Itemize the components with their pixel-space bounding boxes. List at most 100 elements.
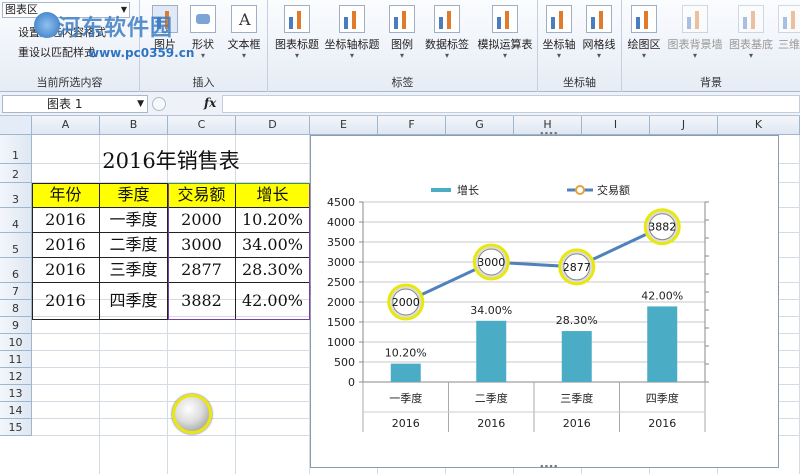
- gridlines-label: 网格线: [582, 38, 616, 51]
- table-cell[interactable]: 28.30%: [236, 258, 310, 283]
- y-tick-label: 500: [334, 356, 355, 369]
- row-header-7[interactable]: 7: [0, 283, 32, 300]
- row-header-6[interactable]: 6: [0, 258, 32, 283]
- data-table-icon: [492, 5, 518, 33]
- formula-bar: 图表 1 ▼ fx: [0, 92, 800, 116]
- table-cell[interactable]: 一季度: [100, 208, 168, 233]
- chart-wall-button[interactable]: 图表背景墙 ▾: [666, 3, 724, 67]
- sheet-title[interactable]: 2016年销售表: [32, 135, 310, 183]
- watermark-url: www.pc0359.cn: [88, 46, 195, 60]
- column-header-k[interactable]: K: [718, 116, 800, 135]
- table-cell[interactable]: 2016: [32, 233, 100, 258]
- table-header-cell[interactable]: 年份: [32, 183, 100, 208]
- formula-input[interactable]: [222, 95, 800, 113]
- column-header-i[interactable]: I: [582, 116, 650, 135]
- table-cell[interactable]: 2016: [32, 283, 100, 320]
- table-cell[interactable]: 2016: [32, 208, 100, 233]
- chevron-down-icon: ▾: [294, 51, 299, 60]
- column-header-f[interactable]: F: [378, 116, 446, 135]
- column-header-b[interactable]: B: [100, 116, 168, 135]
- name-box[interactable]: 图表 1 ▼: [2, 95, 148, 113]
- data-labels-icon: [434, 5, 460, 33]
- site-logo-icon: [34, 12, 60, 38]
- group-label-insert: 插入: [192, 76, 215, 89]
- table-cell[interactable]: 2877: [168, 258, 236, 283]
- row-header-11[interactable]: 11: [0, 351, 32, 368]
- 3d-rotation-button[interactable]: 三维旋: [778, 3, 800, 67]
- table-cell[interactable]: 10.20%: [236, 208, 310, 233]
- chart-element-dropdown-value: 图表区: [5, 3, 38, 16]
- table-header-cell[interactable]: 季度: [100, 183, 168, 208]
- column-header-d[interactable]: D: [236, 116, 310, 135]
- chevron-down-icon: ▾: [596, 51, 601, 60]
- table-cell[interactable]: 二季度: [100, 233, 168, 258]
- chart-area[interactable]: ∙∙∙∙ ∙∙∙∙ ⋮ ⋮ 0 500 1000 1500 2000 2500 3000 35…: [306, 129, 783, 472]
- x-group-label: 2016: [392, 417, 420, 430]
- chart-floor-button[interactable]: 图表基底 ▾: [726, 3, 776, 67]
- column-header-g[interactable]: G: [446, 116, 514, 135]
- table-header-cell[interactable]: 增长: [236, 183, 310, 208]
- row-header-14[interactable]: 14: [0, 402, 32, 419]
- axis-title-button[interactable]: 坐标轴标题 ▾: [324, 3, 380, 67]
- row-header-10[interactable]: 10: [0, 334, 32, 351]
- insert-textbox-button[interactable]: 文本框 ▾: [224, 3, 264, 67]
- column-header-a[interactable]: A: [32, 116, 100, 135]
- row-header-3[interactable]: 3: [0, 183, 32, 208]
- legend-button[interactable]: 图例 ▾: [384, 3, 420, 67]
- row-header-12[interactable]: 12: [0, 368, 32, 385]
- table-cell[interactable]: 34.00%: [236, 233, 310, 258]
- axes-icon: [546, 5, 572, 33]
- formula-bar-resize-handle[interactable]: [152, 97, 166, 111]
- chart-wall-icon: [682, 5, 708, 33]
- table-cell[interactable]: 四季度: [100, 283, 168, 320]
- bar-growth: [390, 363, 421, 382]
- chevron-down-icon: ▾: [349, 51, 354, 60]
- reset-to-match-style-label: 重设以匹配样式: [18, 46, 95, 59]
- chevron-down-icon: ▾: [641, 51, 646, 60]
- group-label-labels: 标签: [391, 76, 414, 89]
- select-all-corner[interactable]: [0, 116, 32, 135]
- row-header-4[interactable]: 4: [0, 208, 32, 233]
- axes-button[interactable]: 坐标轴 ▾: [540, 3, 578, 67]
- column-header-j[interactable]: J: [650, 116, 718, 135]
- row-header-1[interactable]: 1: [0, 135, 32, 164]
- chevron-down-icon: ▾: [444, 51, 449, 60]
- table-cell[interactable]: 2016: [32, 258, 100, 283]
- table-cell[interactable]: 42.00%: [236, 283, 310, 320]
- row-header-8[interactable]: 8: [0, 300, 32, 317]
- chevron-down-icon: ▾: [748, 51, 753, 60]
- data-table-button[interactable]: 模拟运算表 ▾: [474, 3, 536, 67]
- y-tick-label: 2000: [327, 296, 355, 309]
- insert-function-button[interactable]: fx: [204, 96, 216, 110]
- row-header-2[interactable]: 2: [0, 164, 32, 183]
- watermark-site-name: 河东软件园: [58, 16, 174, 41]
- bar-data-label: 28.30%: [556, 314, 598, 327]
- bar-data-label: 34.00%: [470, 304, 512, 317]
- y-tick-label: 3500: [327, 236, 355, 249]
- bar-data-label: 10.20%: [385, 347, 427, 360]
- row-header-5[interactable]: 5: [0, 233, 32, 258]
- table-cell[interactable]: 3000: [168, 233, 236, 258]
- plot-area-button[interactable]: 绘图区 ▾: [624, 3, 664, 67]
- reset-to-match-style-button[interactable]: 重设以匹配样式: [18, 44, 95, 60]
- chart-floor-icon: [738, 5, 764, 33]
- y-tick-label: 4500: [327, 196, 355, 209]
- insert-textbox-label: 文本框: [227, 38, 261, 51]
- table-cell[interactable]: 2000: [168, 208, 236, 233]
- table-cell[interactable]: 3882: [168, 283, 236, 320]
- column-header-e[interactable]: E: [310, 116, 378, 135]
- axis-title-label: 坐标轴标题: [324, 38, 380, 51]
- gridlines-button[interactable]: 网格线 ▾: [580, 3, 618, 67]
- bar-growth: [647, 306, 678, 382]
- column-header-c[interactable]: C: [168, 116, 236, 135]
- row-header-13[interactable]: 13: [0, 385, 32, 402]
- legend-label: 增长: [457, 183, 479, 197]
- table-cell[interactable]: 三季度: [100, 258, 168, 283]
- table-header-cell[interactable]: 交易额: [168, 183, 236, 208]
- row-header-15[interactable]: 15: [0, 419, 32, 436]
- chart-title-button[interactable]: 图表标题 ▾: [272, 3, 322, 67]
- row-header-9[interactable]: 9: [0, 317, 32, 334]
- line-data-label: 2000: [392, 296, 420, 309]
- 3d-rotation-icon: [778, 5, 800, 33]
- data-labels-button[interactable]: 数据标签 ▾: [422, 3, 472, 67]
